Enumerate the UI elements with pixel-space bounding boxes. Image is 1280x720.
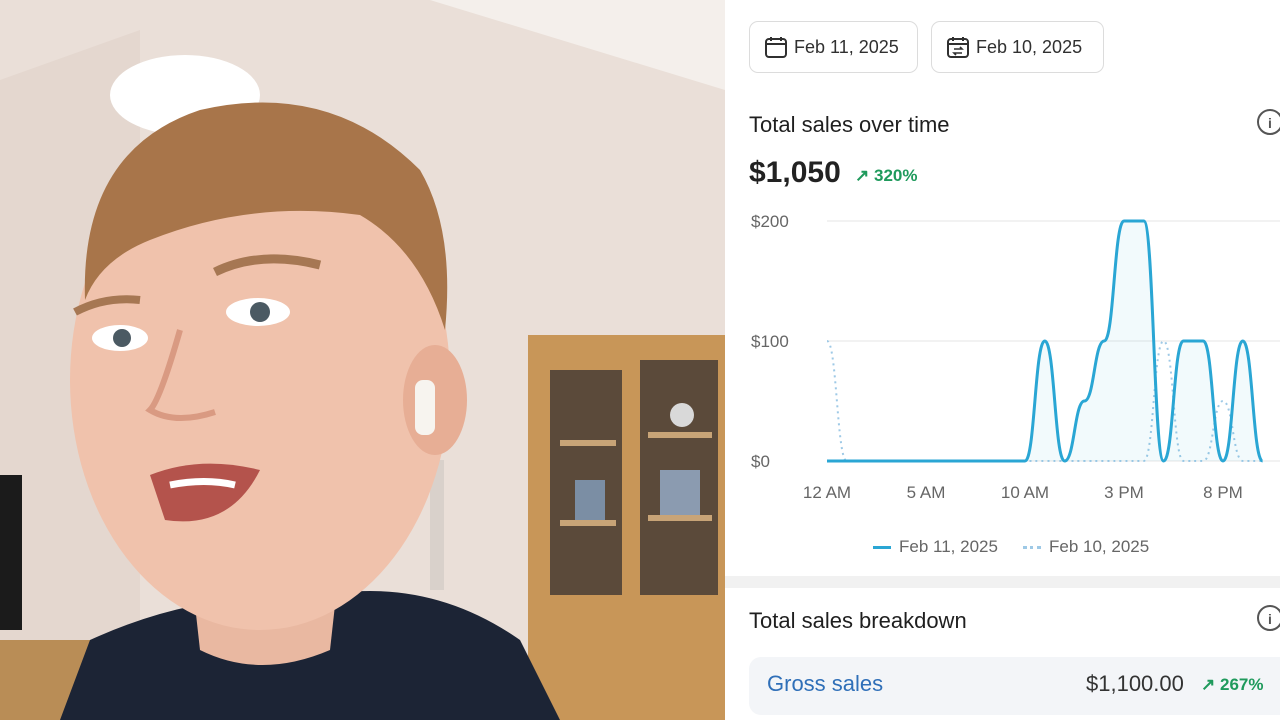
compare-date-button[interactable]: Feb 10, 2025 — [931, 21, 1104, 73]
gross-sales-change: ↗ 267% — [1201, 675, 1263, 695]
earbud — [415, 380, 435, 435]
gross-sales-change-value: 267% — [1219, 675, 1264, 694]
video-scene — [0, 0, 725, 720]
tv — [0, 475, 22, 630]
date-picker-label: Feb 11, 2025 — [794, 36, 899, 57]
legend-dotted-swatch — [1023, 545, 1041, 549]
trend-up-icon: ↗ — [1201, 675, 1216, 694]
x-tick-label: 10 AM — [1001, 483, 1049, 500]
x-tick-label: 3 PM — [1104, 483, 1144, 500]
gross-sales-label[interactable]: Gross sales — [767, 671, 883, 697]
analytics-panel: Feb 11, 2025 Feb 10, 2025 Total sales ov… — [725, 0, 1280, 720]
legend-item-primary: Feb 11, 2025 — [873, 537, 998, 557]
legend-label-primary: Feb 11, 2025 — [899, 537, 998, 556]
legend-solid-swatch — [873, 545, 891, 549]
legend-label-compare: Feb 10, 2025 — [1049, 537, 1150, 556]
info-icon[interactable]: i — [1257, 109, 1280, 135]
breakdown-row-gross-sales[interactable]: Gross sales $1,100.00 ↗ 267% — [749, 657, 1280, 715]
sales-over-time-title: Total sales over time — [749, 112, 950, 137]
calendar-icon — [765, 37, 787, 58]
trend-up-icon: ↗ — [855, 166, 870, 185]
legend-item-compare: Feb 10, 2025 — [1023, 537, 1149, 557]
total-sales-change-value: 320% — [873, 166, 918, 185]
compare-date-label: Feb 10, 2025 — [976, 36, 1083, 57]
calendar-compare-icon — [947, 37, 969, 58]
section-divider — [725, 576, 1280, 588]
breakdown-title: Total sales breakdown — [749, 608, 967, 633]
gross-sales-value: $1,100.00 — [1086, 671, 1184, 696]
y-tick-label: $100 — [751, 332, 789, 351]
sales-line-chart: $0 $100 $200 12 AM 5 AM 10 AM 3 PM 8 PM — [751, 212, 1280, 500]
x-tick-label: 8 PM — [1203, 483, 1243, 500]
x-tick-label: 5 AM — [907, 483, 946, 500]
date-picker-button[interactable]: Feb 11, 2025 — [749, 21, 918, 73]
y-tick-label: $0 — [751, 452, 770, 471]
total-sales-change: ↗ 320% — [855, 166, 917, 186]
video-frame — [0, 0, 725, 720]
total-sales-value: $1,050 — [749, 156, 841, 189]
cabinet — [528, 335, 725, 720]
info-icon[interactable]: i — [1257, 605, 1280, 631]
y-tick-label: $200 — [751, 212, 789, 231]
x-tick-label: 12 AM — [803, 483, 851, 500]
